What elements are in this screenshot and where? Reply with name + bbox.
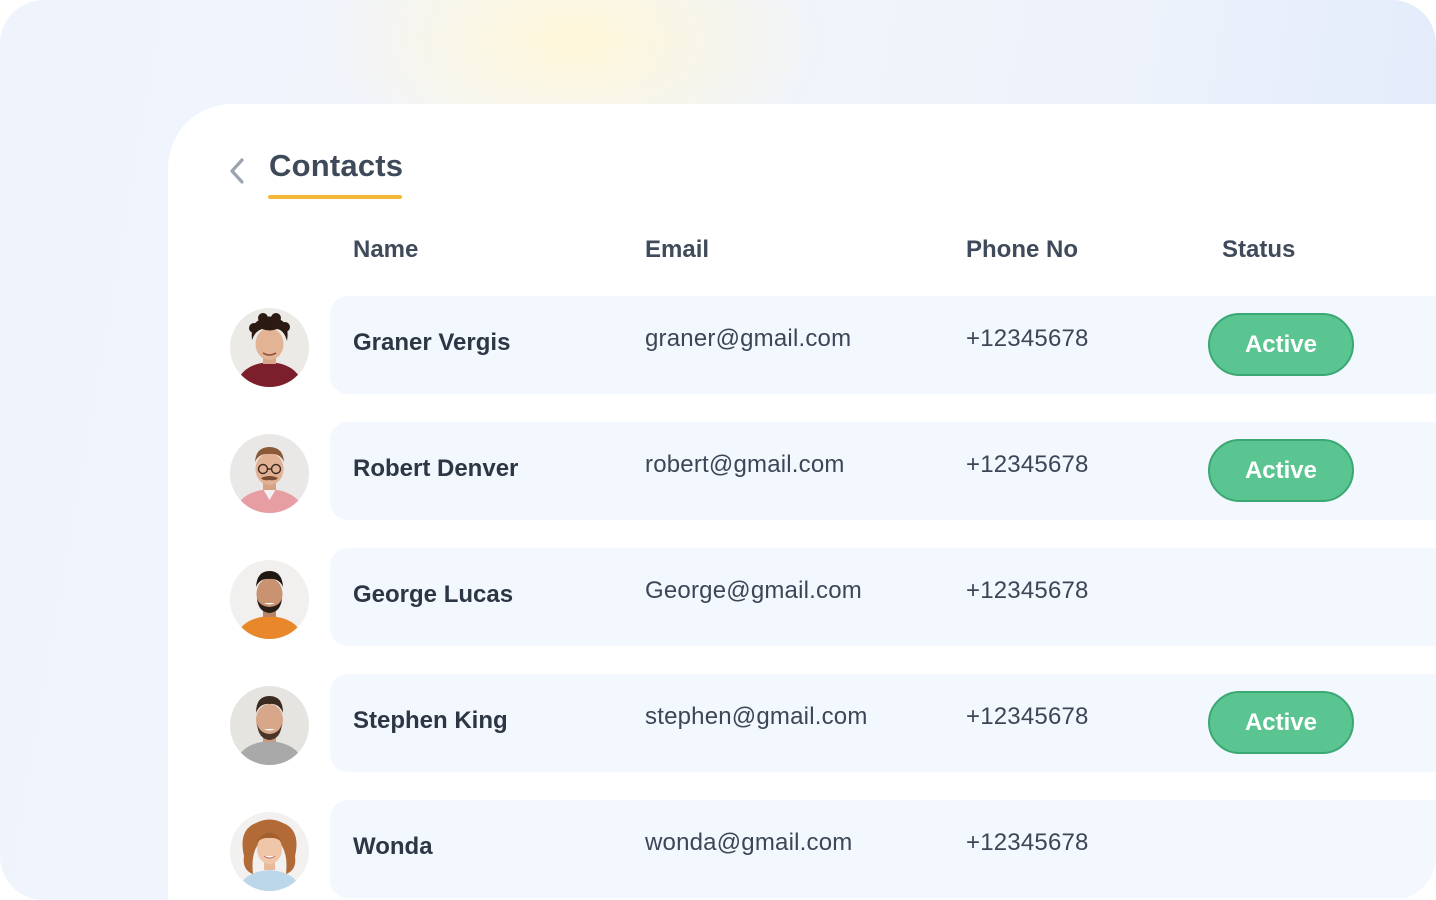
contact-phone: +12345678 xyxy=(966,577,1089,604)
contact-email[interactable]: stephen@gmail.com xyxy=(645,703,868,731)
avatar xyxy=(230,434,309,513)
avatar xyxy=(230,686,309,765)
contact-name: Robert Denver xyxy=(353,455,519,482)
chevron-left-icon xyxy=(230,158,244,184)
status-badge[interactable]: Active xyxy=(1208,313,1354,376)
contact-email[interactable]: George@gmail.com xyxy=(645,577,862,605)
column-header-name[interactable]: Name xyxy=(353,236,418,264)
avatar xyxy=(230,812,309,891)
back-button[interactable] xyxy=(222,154,252,188)
contact-name: Graner Vergis xyxy=(353,329,511,356)
contact-name: Stephen King xyxy=(353,707,508,734)
contact-email[interactable]: graner@gmail.com xyxy=(645,325,851,353)
contact-name: Wonda xyxy=(353,833,433,860)
column-header-status[interactable]: Status xyxy=(1222,236,1295,264)
avatar xyxy=(230,308,309,387)
contact-email[interactable]: robert@gmail.com xyxy=(645,451,845,479)
table-row[interactable] xyxy=(330,800,1436,898)
status-badge[interactable]: Active xyxy=(1208,691,1354,754)
column-header-phone[interactable]: Phone No xyxy=(966,236,1078,264)
contact-phone: +12345678 xyxy=(966,703,1089,730)
contact-name: George Lucas xyxy=(353,581,514,608)
avatar xyxy=(230,560,309,639)
contact-phone: +12345678 xyxy=(966,451,1089,478)
page-title: Contacts xyxy=(269,148,404,183)
status-badge[interactable]: Active xyxy=(1208,439,1354,502)
column-header-email[interactable]: Email xyxy=(645,236,709,264)
app-background: Contacts Name Email Phone No Status Gran… xyxy=(0,0,1436,900)
contact-phone: +12345678 xyxy=(966,325,1089,352)
contact-phone: +12345678 xyxy=(966,829,1089,856)
contact-email[interactable]: wonda@gmail.com xyxy=(645,829,852,857)
title-underline xyxy=(268,195,402,199)
